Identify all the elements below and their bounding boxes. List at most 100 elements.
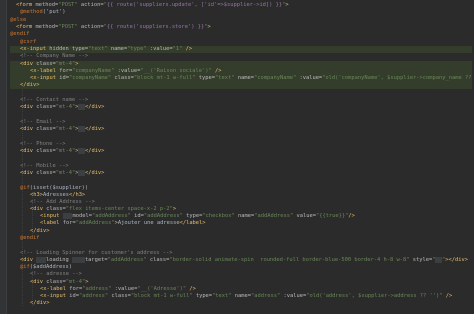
code-line[interactable]: </div> xyxy=(10,82,472,89)
code-line[interactable]: <div loading target="addAddress" class="… xyxy=(10,257,472,264)
code-token-tag: /> xyxy=(186,286,196,292)
code-token-str: "border-solid animate-spin rounded-full … xyxy=(169,257,410,263)
code-line[interactable]: @if($addAddress) xyxy=(10,264,472,271)
code-token-sel xyxy=(71,257,85,263)
code-token-str: "text" xyxy=(212,293,232,299)
code-line[interactable]: <!-- Contact name --> xyxy=(10,97,472,104)
code-token-attr: type= xyxy=(195,75,216,81)
editor-gutter[interactable] xyxy=(0,0,7,314)
code-line[interactable]: <form method="POST" action="{{ route('su… xyxy=(10,24,472,31)
code-token-attr: name= xyxy=(107,46,128,52)
code-line[interactable]: @endif xyxy=(10,235,472,242)
code-line[interactable]: <x-input id="address" class="block mt-1 … xyxy=(10,293,472,300)
code-token-dir: @if xyxy=(20,185,30,191)
code-line[interactable]: <div class="mt-4"> </div> xyxy=(10,170,472,177)
code-token-attr: class= xyxy=(36,61,56,67)
code-line[interactable]: <x-label for="address" :value="__('Adres… xyxy=(10,286,472,293)
code-line[interactable]: </div> xyxy=(10,228,472,235)
code-token-tag: <x-input xyxy=(40,293,70,299)
code-token-attr: class= xyxy=(36,170,56,176)
code-line[interactable]: <div class="mt-4"> xyxy=(10,61,472,68)
code-line[interactable]: <input model="addAddress" id="addAddress… xyxy=(10,213,472,220)
code-line[interactable]: <!-- adresse --> xyxy=(10,271,472,278)
code-token-tag: </div> xyxy=(30,300,50,306)
code-token-attr: action= xyxy=(77,2,104,8)
code-token-attr: :value= xyxy=(114,68,141,74)
code-line[interactable]: <label for="addAddress">Ajouter une adre… xyxy=(10,220,472,227)
code-line[interactable]: <form method="POST" action="{{ route('su… xyxy=(10,2,472,9)
code-line[interactable]: <!-- Phone --> xyxy=(10,141,472,148)
code-token-dir: @if xyxy=(20,264,30,270)
code-line[interactable]: <!-- Mobile --> xyxy=(10,163,472,170)
code-token-attr: type= xyxy=(192,293,213,299)
code-line[interactable]: <x-input hidden type="text" name="type" … xyxy=(10,46,472,53)
code-token-attr: target= xyxy=(84,257,108,263)
code-token-tag: <input xyxy=(40,213,63,219)
code-token-tag: </div> xyxy=(84,104,105,110)
code-token-tag: <h3> xyxy=(30,192,43,198)
code-line[interactable]: <div class="mt-4"> xyxy=(10,279,472,286)
code-token-str: "old('address', $supplier->address ?? ''… xyxy=(306,293,443,299)
code-line[interactable]: <div class="flex items-center space-x-2 … xyxy=(10,206,472,213)
code-token-tag: </label> xyxy=(179,220,206,226)
code-line[interactable]: @if(isset($supplier)) xyxy=(10,185,472,192)
code-token-tag: <x-label xyxy=(40,286,70,292)
code-line[interactable]: <h3>Adresses</h3> xyxy=(10,192,472,199)
code-token-attr: id= xyxy=(130,213,144,219)
code-token-tag: <div xyxy=(30,279,47,285)
code-token-str: "text" xyxy=(88,46,108,52)
code-line[interactable]: <x-input id="companyName" class="block m… xyxy=(10,75,472,82)
code-token-attr: for= xyxy=(69,286,83,292)
code-token-tag: <div xyxy=(20,170,37,176)
code-token-str: "checkbox" xyxy=(202,213,235,219)
code-token-str: "mt-4" xyxy=(55,61,76,67)
code-token-txt: ($addAddress) xyxy=(29,264,72,270)
code-token-dir: @else xyxy=(10,17,27,23)
code-token-str: "type" xyxy=(127,46,147,52)
code-token-tag: <x-input xyxy=(30,75,60,81)
code-token-cmt: <!-- Loading Spinner for customer's addr… xyxy=(20,250,173,256)
code-token-tag: /> xyxy=(348,213,355,219)
code-token-cmt: <!-- adresse --> xyxy=(30,271,82,277)
code-token-sel xyxy=(36,257,46,263)
code-token-attr: class= xyxy=(36,126,56,132)
code-token-str: "mt-4" xyxy=(55,170,76,176)
code-token-attr: class= xyxy=(108,293,131,299)
code-line[interactable]: <div class="mt-4"> </div> xyxy=(10,104,472,111)
code-token-tag: <form xyxy=(16,2,36,8)
code-token-tag: /> xyxy=(211,68,222,74)
code-line[interactable]: <!-- Email --> xyxy=(10,119,472,126)
code-token-txt: (isset($supplier)) xyxy=(29,185,89,191)
code-token-str: "addAddress" xyxy=(91,213,131,219)
code-editor[interactable]: <form method="POST" action="{{ route('su… xyxy=(0,0,474,314)
code-token-cmt: <!-- Add Address --> xyxy=(30,199,95,205)
code-token-tag: </h3> xyxy=(68,192,86,198)
code-line[interactable]: @else xyxy=(10,17,472,24)
code-token-attr: name= xyxy=(234,213,255,219)
code-line[interactable]: </div> xyxy=(10,300,472,307)
code-line[interactable]: <div class="mt-4"> </div> xyxy=(10,148,472,155)
code-token-attr: id= xyxy=(59,75,69,81)
code-token-str: "old('companyName', $supplier->company_n… xyxy=(322,75,474,81)
code-line[interactable]: @endif xyxy=(10,31,472,38)
code-line[interactable]: <div class="mt-4"> </div> xyxy=(10,126,472,133)
code-line[interactable]: <!-- Add Address --> xyxy=(10,199,472,206)
code-line[interactable]: <x-label for="companyName" :value="__('R… xyxy=(10,68,472,75)
code-line[interactable]: @method('put') xyxy=(10,9,472,16)
code-token-attr: model= xyxy=(72,213,92,219)
code-token-attr: id= xyxy=(69,293,79,299)
code-token-tag: </div> xyxy=(20,82,40,88)
code-line[interactable]: @csrf xyxy=(10,39,472,46)
code-token-dir: @endif xyxy=(20,235,40,241)
code-token-cmt: <!-- Company Name --> xyxy=(20,53,89,59)
code-token-tag: ></div> xyxy=(445,257,468,263)
code-token-attr: method= xyxy=(35,24,59,30)
code-line[interactable]: <!-- Company Name --> xyxy=(10,53,472,60)
code-token-attr: type= xyxy=(182,213,203,219)
code-token-str: "mt-4" xyxy=(55,104,76,110)
code-token-php: {{ route('suppliers.store') }} xyxy=(106,24,205,30)
code-token-tag: /> xyxy=(182,46,193,52)
code-line[interactable]: <!-- Loading Spinner for customer's addr… xyxy=(10,250,472,257)
code-token-attr: value= xyxy=(293,213,316,219)
code-token-attr: class= xyxy=(46,279,66,285)
